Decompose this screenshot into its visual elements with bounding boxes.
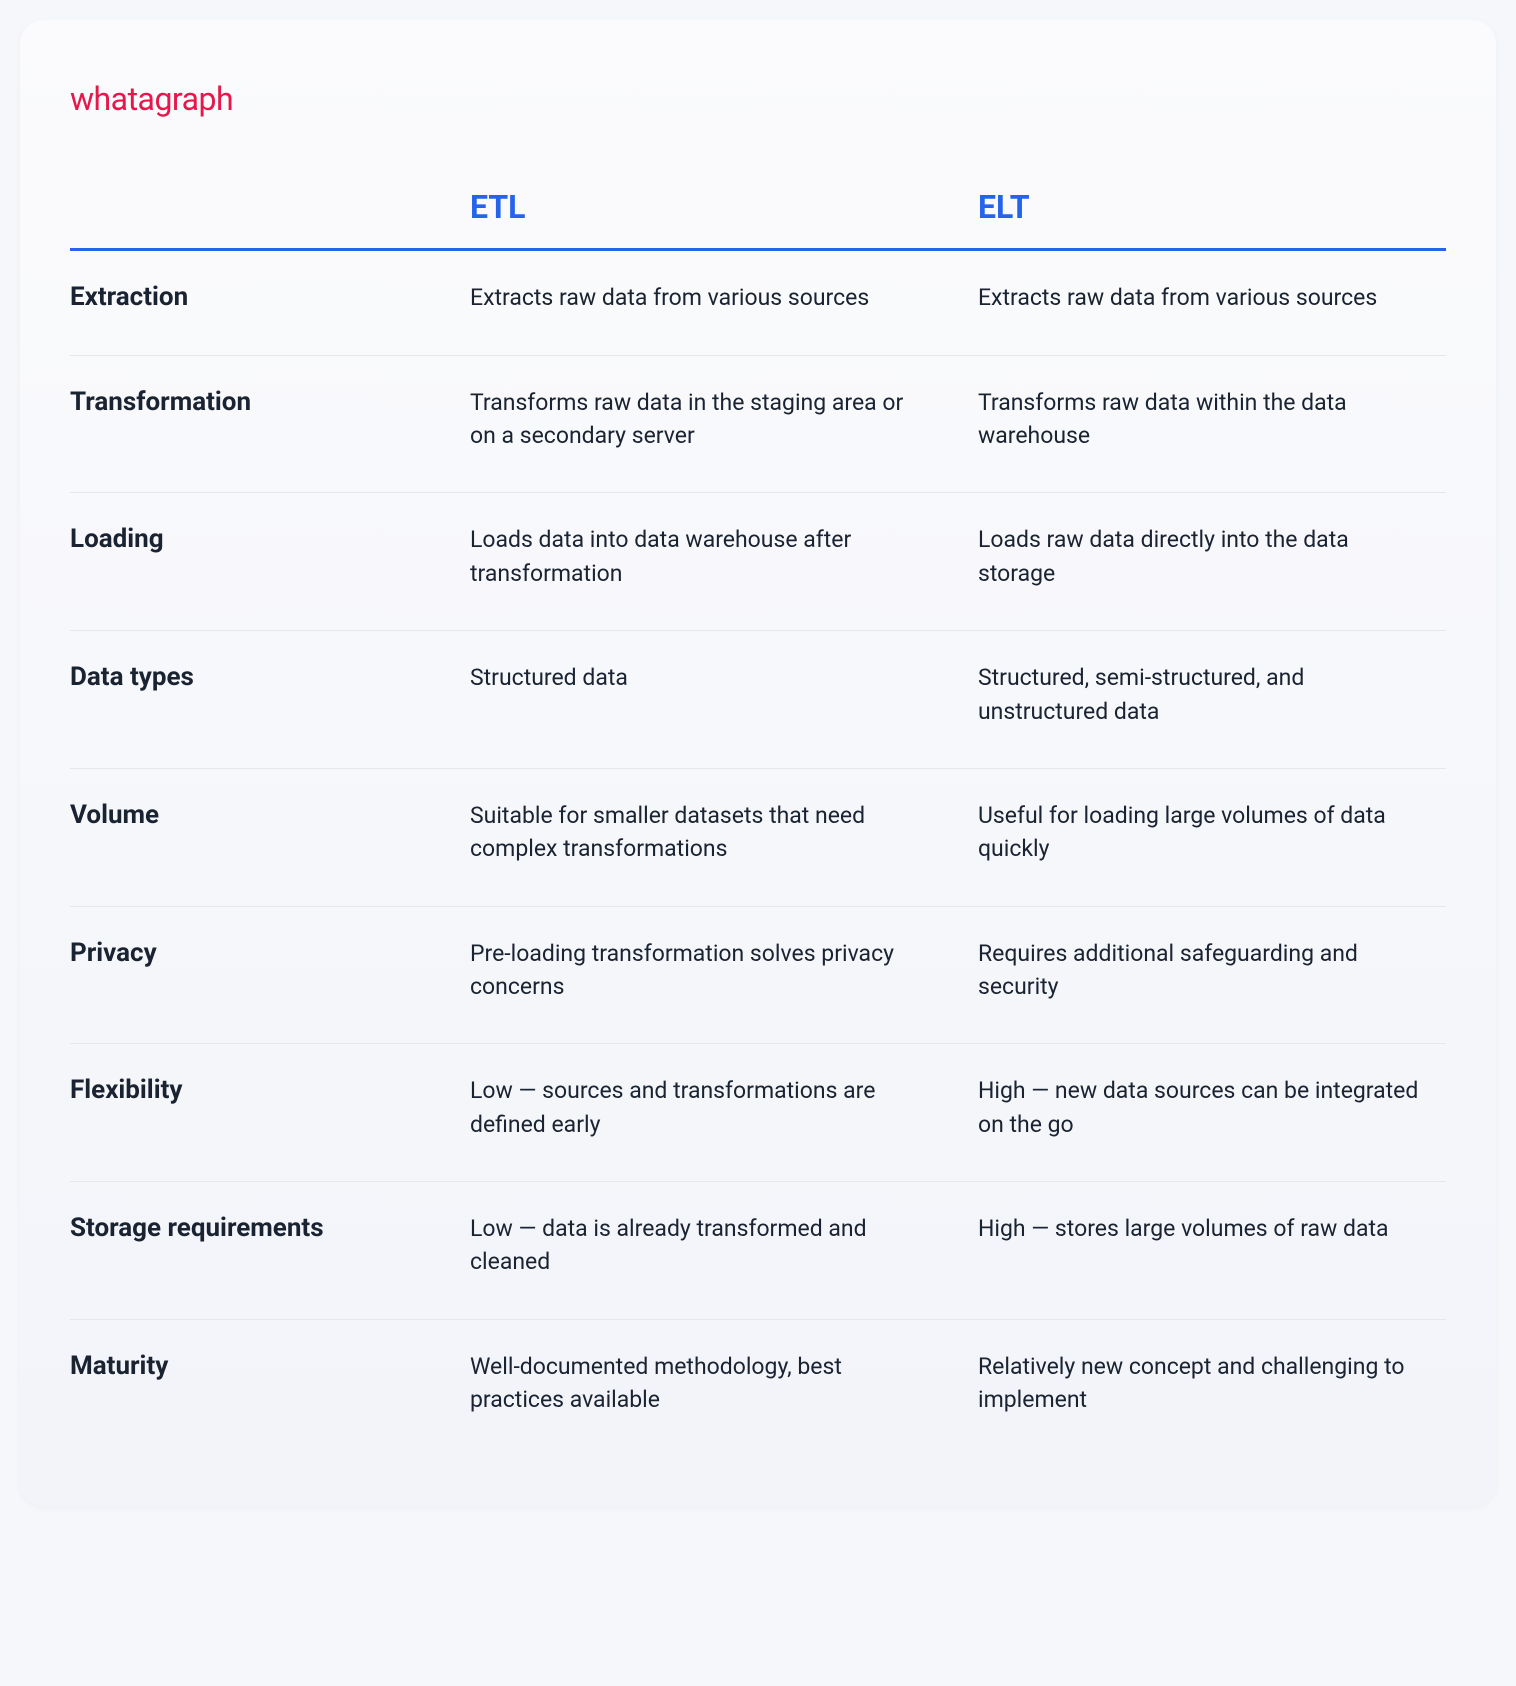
column-header-etl: ETL [470, 188, 938, 226]
cell-etl: Structured data [470, 661, 938, 728]
table-row: Storage requirements Low — data is alrea… [70, 1182, 1446, 1320]
row-label: Flexibility [70, 1074, 430, 1141]
table-row: Flexibility Low — sources and transforma… [70, 1044, 1446, 1182]
comparison-card: whatagraph ETL ELT Extraction Extracts r… [20, 20, 1496, 1506]
column-header-elt: ELT [978, 188, 1446, 226]
cell-etl: Low — data is already transformed and cl… [470, 1212, 938, 1279]
table-header-row: ETL ELT [70, 188, 1446, 251]
table-row: Transformation Transforms raw data in th… [70, 356, 1446, 494]
cell-elt: Relatively new concept and challenging t… [978, 1350, 1446, 1417]
row-label: Data types [70, 661, 430, 728]
cell-elt: Requires additional safeguarding and sec… [978, 937, 1446, 1004]
table-row: Maturity Well-documented methodology, be… [70, 1320, 1446, 1457]
cell-etl: Low — sources and transformations are de… [470, 1074, 938, 1141]
cell-elt: Useful for loading large volumes of data… [978, 799, 1446, 866]
row-label: Volume [70, 799, 430, 866]
cell-etl: Well-documented methodology, best practi… [470, 1350, 938, 1417]
row-label: Privacy [70, 937, 430, 1004]
cell-etl: Extracts raw data from various sources [470, 281, 938, 315]
table-row: Extraction Extracts raw data from variou… [70, 251, 1446, 356]
table-row: Loading Loads data into data warehouse a… [70, 493, 1446, 631]
row-label: Extraction [70, 281, 430, 315]
table-row: Privacy Pre-loading transformation solve… [70, 907, 1446, 1045]
table-row: Volume Suitable for smaller datasets tha… [70, 769, 1446, 907]
row-label: Transformation [70, 386, 430, 453]
table-row: Data types Structured data Structured, s… [70, 631, 1446, 769]
cell-elt: Loads raw data directly into the data st… [978, 523, 1446, 590]
cell-etl: Loads data into data warehouse after tra… [470, 523, 938, 590]
cell-elt: High — stores large volumes of raw data [978, 1212, 1446, 1279]
row-label: Maturity [70, 1350, 430, 1417]
row-label: Loading [70, 523, 430, 590]
cell-elt: Transforms raw data within the data ware… [978, 386, 1446, 453]
comparison-table: ETL ELT Extraction Extracts raw data fro… [70, 188, 1446, 1456]
cell-elt: High — new data sources can be integrate… [978, 1074, 1446, 1141]
cell-etl: Suitable for smaller datasets that need … [470, 799, 938, 866]
header-empty-cell [70, 188, 430, 226]
brand-logo: whatagraph [70, 80, 1446, 118]
cell-etl: Transforms raw data in the staging area … [470, 386, 938, 453]
row-label: Storage requirements [70, 1212, 430, 1279]
cell-etl: Pre-loading transformation solves privac… [470, 937, 938, 1004]
cell-elt: Structured, semi-structured, and unstruc… [978, 661, 1446, 728]
cell-elt: Extracts raw data from various sources [978, 281, 1446, 315]
